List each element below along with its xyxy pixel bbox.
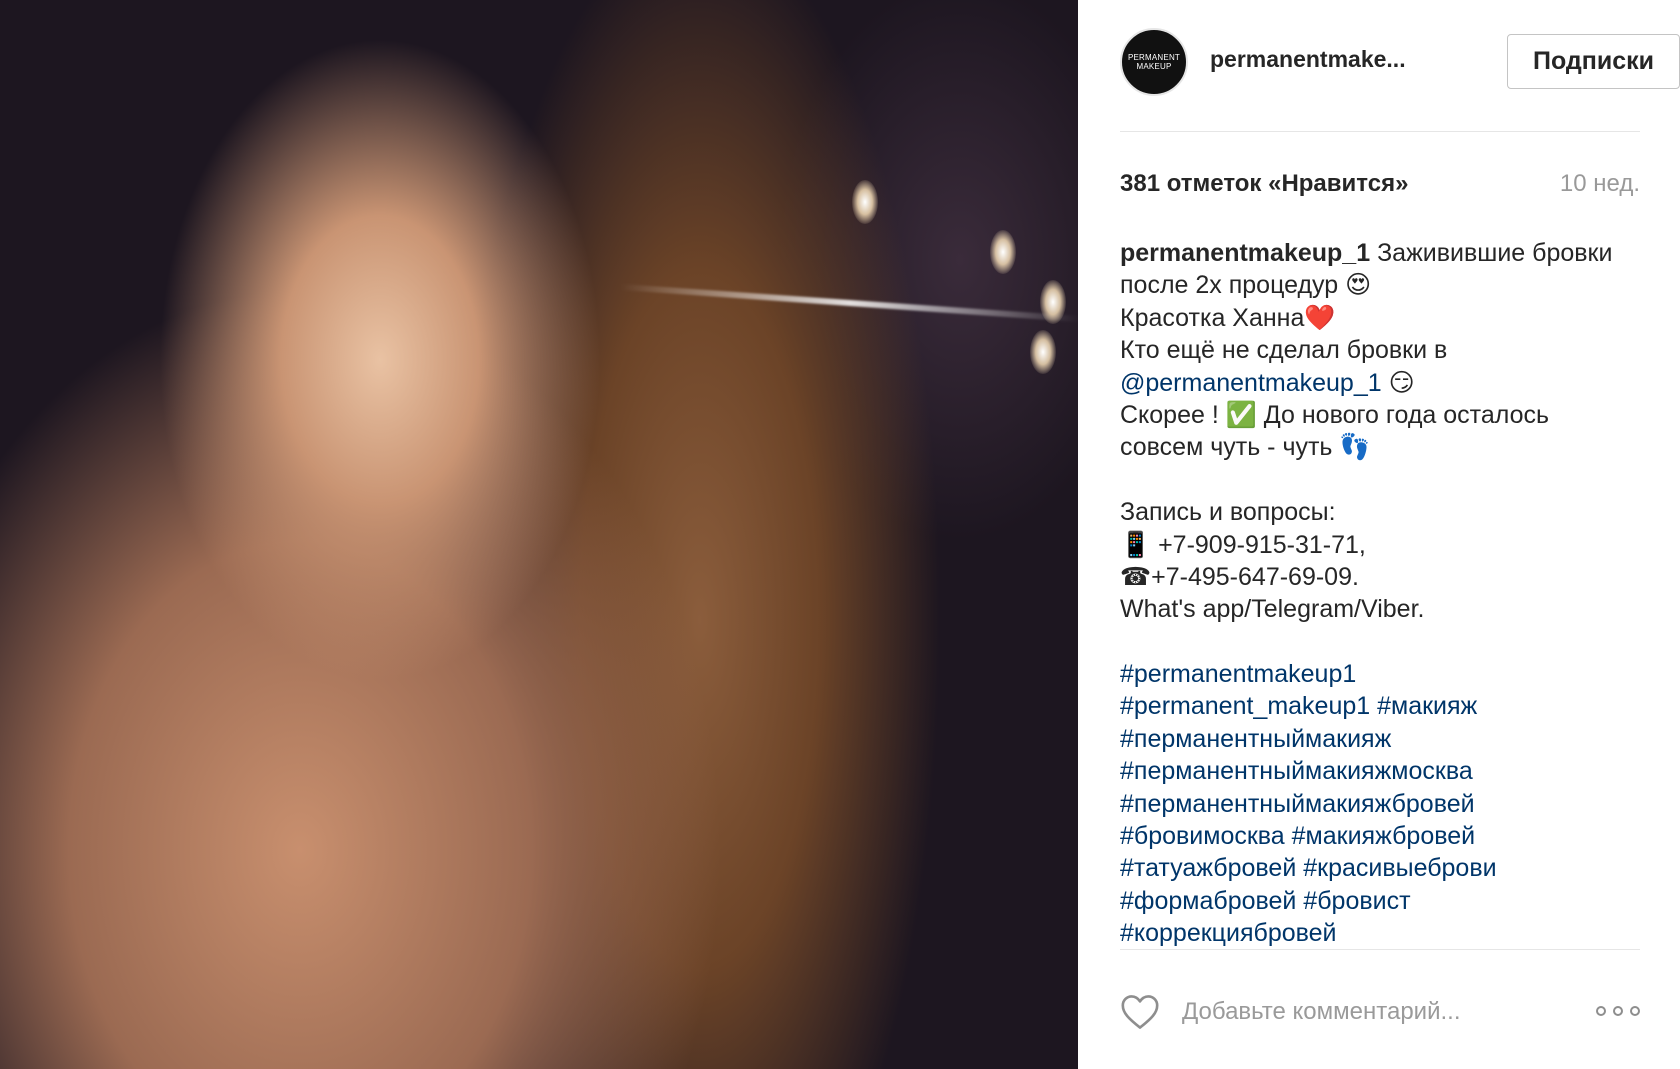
hashtag-link[interactable]: #перманентныймакияж (1120, 723, 1640, 755)
hashtag-link[interactable]: #татуажбровей #красивыеброви (1120, 852, 1640, 884)
hashtag-link[interactable]: #permanentmakeup1 (1120, 658, 1640, 690)
heart-outline-icon[interactable] (1120, 994, 1160, 1030)
header-divider (1120, 131, 1640, 132)
hashtag-link[interactable]: #коррекциябровей (1120, 917, 1640, 949)
caption-text: Запись и вопросы: (1120, 498, 1336, 527)
chandelier-light (1040, 280, 1066, 324)
hashtag-link[interactable]: #перманентныймакияжбровей (1120, 788, 1640, 820)
more-dot (1613, 1006, 1623, 1016)
avatar[interactable]: PERMANENT MAKEUP (1120, 28, 1188, 96)
caption-text: совсем чуть - чуть 👣 (1120, 433, 1371, 462)
more-options-icon[interactable] (1596, 1000, 1640, 1022)
post-info-panel: PERMANENT MAKEUP permanentmake... Подпис… (1078, 0, 1680, 1069)
more-dot (1630, 1006, 1640, 1016)
more-dot (1596, 1006, 1606, 1016)
caption-text: после 2х процедур 😍 (1120, 271, 1372, 300)
hashtag-link[interactable]: #бровимосква #макияжбровей (1120, 820, 1640, 852)
caption-text: Кто ещё не сделал бровки в (1120, 336, 1448, 365)
hashtag-link[interactable]: #перманентныймакияжмосква (1120, 755, 1640, 787)
chandelier-light (1030, 330, 1056, 374)
caption-line: permanentmakeup_1 Заживившие бровки (1120, 237, 1640, 269)
likes-row: 381 отметок «Нравится» 10 нед. (1120, 170, 1640, 200)
chandelier-light (852, 180, 878, 224)
caption-text: Заживившие бровки (1377, 239, 1613, 267)
hashtag-link[interactable]: #формабровей #бровист (1120, 885, 1640, 917)
post-header: PERMANENT MAKEUP permanentmake... Подпис… (1120, 24, 1680, 98)
caption-text: Красотка Ханна❤️ (1120, 303, 1336, 332)
likes-count[interactable]: 381 отметок «Нравится» (1120, 170, 1408, 198)
chandelier-light (990, 230, 1016, 274)
avatar-logo-text: MAKEUP (1136, 62, 1172, 71)
caption-phone: ☎+7-495-647-69-09. (1120, 562, 1359, 591)
caption-text: What's app/Telegram/Viber. (1120, 595, 1425, 624)
mention-link[interactable]: @permanentmakeup_1 (1120, 369, 1382, 397)
caption-mention-line: @permanentmakeup_1 😏 (1120, 367, 1640, 399)
post-time[interactable]: 10 нед. (1560, 170, 1640, 198)
post-photo[interactable] (0, 0, 1078, 1069)
caption-username[interactable]: permanentmakeup_1 (1120, 239, 1370, 267)
caption-phone: 📱 +7-909-915-31-71, (1120, 530, 1366, 559)
wink-emoji: 😏 (1388, 368, 1415, 397)
comment-input[interactable] (1182, 996, 1562, 1028)
avatar-logo-text: PERMANENT (1127, 53, 1181, 62)
photo-light-glare (620, 283, 1078, 323)
post-caption: permanentmakeup_1 Заживившие бровки посл… (1120, 237, 1640, 950)
caption-text: Скорее ! ✅ До нового года осталось (1120, 400, 1550, 429)
following-button[interactable]: Подписки (1507, 34, 1680, 89)
hashtag-link[interactable]: #permanent_makeup1 #макияж (1120, 690, 1640, 722)
comment-bar (1120, 990, 1640, 1034)
post-username[interactable]: permanentmake... (1210, 46, 1450, 73)
caption-divider (1120, 949, 1640, 950)
